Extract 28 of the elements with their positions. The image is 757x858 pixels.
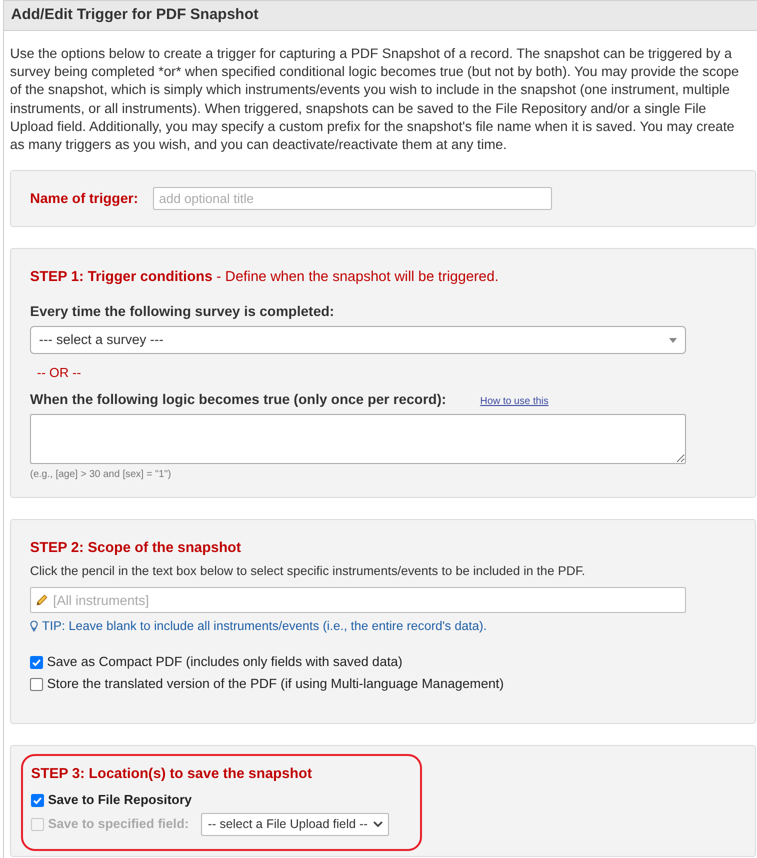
scope-description: Click the pencil in the text box below to select specific instruments/events to be included in the PDF. (30, 563, 586, 580)
logic-label: When the following logic becomes true (only once per record): (30, 390, 446, 408)
help-link[interactable]: How to use this (480, 394, 549, 410)
name-input[interactable]: add optional title (153, 187, 552, 210)
dropdown-triangle-icon (669, 338, 677, 343)
logic-textarea[interactable] (30, 414, 686, 464)
step-heading: STEP 3: Location(s) to save the snapshot (31, 765, 313, 784)
dialog-title: Add/Edit Trigger for PDF Snapshot (11, 5, 258, 26)
logic-hint: (e.g., [age] > 30 and [sex] = "1") (30, 468, 172, 482)
checkbox[interactable] (30, 656, 43, 669)
chevron-down-icon (372, 821, 383, 828)
checkbox[interactable] (31, 794, 44, 807)
scope-input[interactable]: [All instruments] (30, 587, 686, 614)
checkbox-label: Save to File Repository (48, 791, 192, 810)
or-separator: -- OR -- (37, 365, 82, 382)
checkbox[interactable] (30, 678, 43, 691)
name-label: Name of trigger: (30, 189, 138, 208)
survey-label: Every time the following survey is completed: (30, 302, 336, 320)
intro-paragraph: Use the options below to create a trigger for capturing a PDF Snapshot of a record. The snapshot can be triggered by a survey being completed *or* when specified conditional logic becomes true (but not by both). You may provide the scope of the snapshot, which is simply which instruments/events you wish to include in the snapshot (one instrument, multiple instruments, or all instruments). When triggered, snapshots can be saved to the File Repository and/or a single File Upload field. Additionally, you may specify a custom prefix for the snapshot's file name when it is saved. You may create as many triggers as you wish, and you can deactivate/reactivate them at any time. (10, 45, 740, 154)
tip-text: TIP: Leave blank to include all instruments/events (i.e., the entire record's data). (42, 618, 487, 634)
checkbox-label: Store the translated version of the PDF (if using Multi-language Management) (47, 675, 504, 694)
checkbox-label: Save as Compact PDF (includes only fields with saved data) (47, 653, 402, 672)
survey-select[interactable]: --- select a survey --- (30, 326, 686, 354)
step-heading: STEP 2: Scope of the snapshot (30, 539, 242, 558)
pencil-icon[interactable] (36, 594, 48, 606)
lightbulb-icon (30, 620, 38, 632)
checkbox-label: Save to specified field: (48, 815, 189, 834)
step-heading: STEP 1: Trigger conditions - Define when the snapshot will be triggered. (30, 268, 500, 286)
